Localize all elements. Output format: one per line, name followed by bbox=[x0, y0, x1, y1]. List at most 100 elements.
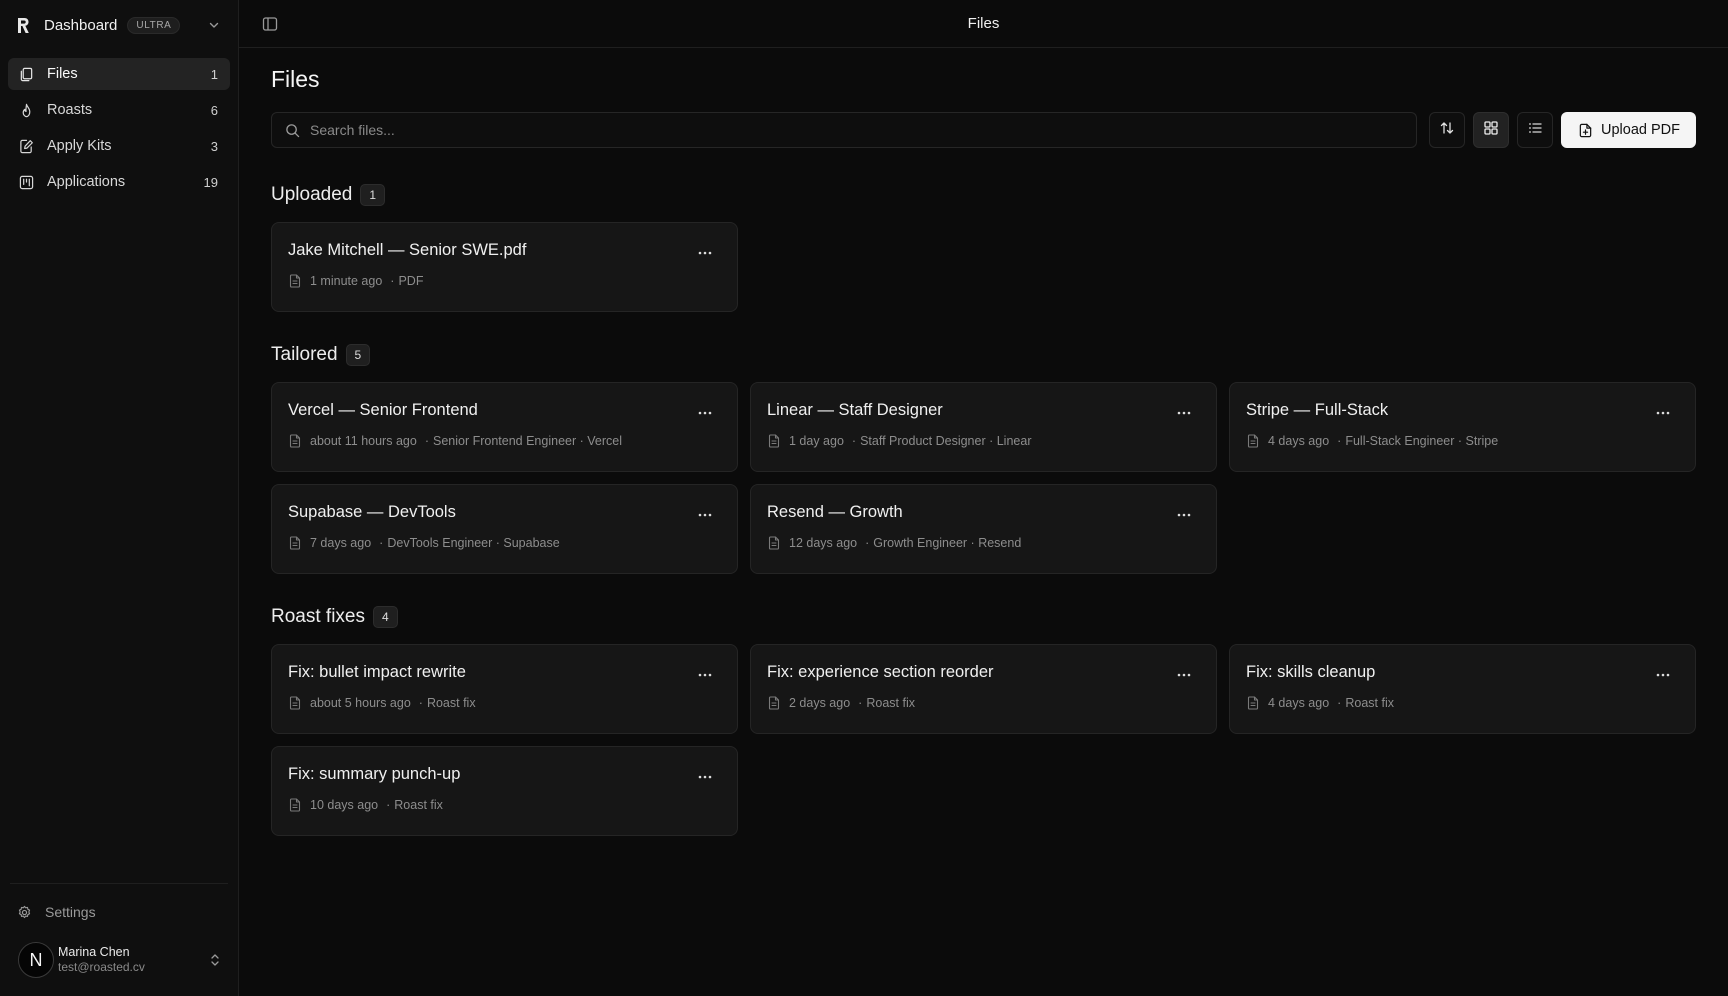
file-card-title: Fix: bullet impact rewrite bbox=[288, 663, 466, 681]
grid-view-button[interactable] bbox=[1473, 112, 1510, 148]
file-card-meta: about 11 hours ago · Senior Frontend Eng… bbox=[288, 434, 721, 448]
section-count-badge: 5 bbox=[345, 344, 371, 366]
meta-separator: · bbox=[390, 274, 395, 288]
user-menu[interactable]: N Marina Chen test@roasted.cv bbox=[0, 930, 238, 990]
user-info: Marina Chen test@roasted.cv bbox=[58, 945, 145, 975]
file-card-detail: Roast fix bbox=[426, 696, 476, 710]
meta-separator: · bbox=[386, 798, 391, 812]
file-card-detail: DevTools Engineer · Supabase bbox=[387, 536, 560, 550]
file-card-title: Fix: summary punch-up bbox=[288, 765, 461, 783]
sidebar-divider bbox=[10, 883, 228, 884]
file-card[interactable]: Supabase — DevTools 7 days ago · DevTool… bbox=[271, 484, 738, 574]
file-card-detail: Staff Product Designer · Linear bbox=[860, 434, 1032, 448]
file-card[interactable]: Fix: summary punch-up 10 days ago · Roas… bbox=[271, 746, 738, 836]
upload-pdf-label: Upload PDF bbox=[1601, 122, 1680, 138]
file-card-detail: Full-Stack Engineer · Stripe bbox=[1345, 434, 1499, 448]
app-root: Dashboard ULTRA Files 1 Roasts 6 Apply K… bbox=[0, 0, 1728, 996]
file-card[interactable]: Fix: skills cleanup 4 days ago · Roast f… bbox=[1229, 644, 1696, 734]
file-card-title: Fix: experience section reorder bbox=[767, 663, 994, 681]
sidebar-item-files[interactable]: Files 1 bbox=[8, 58, 230, 90]
gear-icon bbox=[16, 904, 32, 920]
file-card[interactable]: Fix: experience section reorder 2 days a… bbox=[750, 644, 1217, 734]
sort-button[interactable] bbox=[1429, 112, 1466, 148]
sidebar-item-roasts[interactable]: Roasts 6 bbox=[8, 94, 230, 126]
section-uploaded: Uploaded 1 Jake Mitchell — Senior SWE.pd… bbox=[271, 182, 1696, 312]
meta-separator: · bbox=[851, 434, 857, 448]
file-card-meta: 2 days ago · Roast fix bbox=[767, 696, 1200, 710]
file-card[interactable]: Jake Mitchell — Senior SWE.pdf 1 minute … bbox=[271, 222, 738, 312]
file-card-meta: 1 minute ago · PDF bbox=[288, 274, 721, 288]
sidebar-item-applications[interactable]: Applications 19 bbox=[8, 166, 230, 198]
file-card-meta: 4 days ago · Full-Stack Engineer · Strip… bbox=[1246, 434, 1679, 448]
page-title: Files bbox=[271, 66, 320, 92]
file-icon bbox=[1246, 434, 1260, 448]
file-icon bbox=[288, 274, 302, 288]
file-card[interactable]: Resend — Growth 12 days ago · Growth Eng… bbox=[750, 484, 1217, 574]
card-grid: Fix: bullet impact rewrite about 5 hours… bbox=[271, 644, 1696, 836]
file-plus-icon bbox=[1577, 122, 1593, 138]
file-icon bbox=[288, 696, 302, 710]
section-count-badge: 1 bbox=[360, 184, 386, 206]
sidebar-toggle-icon[interactable] bbox=[261, 15, 279, 33]
sidebar-item-label: Applications bbox=[47, 174, 126, 190]
sidebar-item-count: 6 bbox=[210, 102, 218, 118]
meta-separator: · bbox=[865, 536, 870, 550]
file-card-title: Resend — Growth bbox=[767, 503, 903, 521]
more-options-icon[interactable] bbox=[695, 243, 715, 263]
file-card-time: about 11 hours ago bbox=[310, 434, 417, 448]
more-options-icon[interactable] bbox=[1174, 505, 1194, 525]
file-card-time: 4 days ago bbox=[1268, 434, 1330, 448]
toolbar: Upload PDF bbox=[271, 112, 1696, 148]
sidebar-item-count: 19 bbox=[203, 174, 218, 190]
more-options-icon[interactable] bbox=[1174, 403, 1194, 423]
file-card[interactable]: Fix: bullet impact rewrite about 5 hours… bbox=[271, 644, 738, 734]
more-options-icon[interactable] bbox=[1653, 403, 1673, 423]
more-options-icon[interactable] bbox=[695, 403, 715, 423]
meta-separator: · bbox=[858, 696, 863, 710]
more-options-icon[interactable] bbox=[1174, 665, 1194, 685]
sidebar-item-apply-kits[interactable]: Apply Kits 3 bbox=[8, 130, 230, 162]
file-card-meta: 7 days ago · DevTools Engineer · Supabas… bbox=[288, 536, 721, 550]
file-card-meta: 1 day ago · Staff Product Designer · Lin… bbox=[767, 434, 1200, 448]
section-header: Uploaded 1 bbox=[271, 182, 1696, 208]
search-input[interactable] bbox=[310, 122, 1405, 138]
settings-link[interactable]: Settings bbox=[0, 894, 238, 930]
more-options-icon[interactable] bbox=[695, 505, 715, 525]
file-card-detail: PDF bbox=[398, 274, 424, 288]
sidebar-item-label: Files bbox=[47, 66, 78, 82]
meta-separator: · bbox=[418, 696, 423, 710]
file-icon bbox=[288, 434, 302, 448]
sidebar-item-count: 1 bbox=[210, 66, 218, 82]
app-name: Dashboard bbox=[44, 16, 118, 34]
file-card-detail: Roast fix bbox=[866, 696, 915, 710]
section-title: Uploaded bbox=[271, 184, 353, 205]
more-options-icon[interactable] bbox=[695, 767, 715, 787]
file-card-time: 1 minute ago bbox=[310, 274, 383, 288]
meta-separator: · bbox=[379, 536, 384, 550]
main-area: Files Files Search files... Upload PDF U… bbox=[239, 0, 1728, 996]
list-view-button[interactable] bbox=[1517, 112, 1554, 148]
topbar: Files bbox=[239, 0, 1728, 48]
chevron-down-icon bbox=[206, 17, 222, 33]
file-card-detail: Roast fix bbox=[1345, 696, 1394, 710]
more-options-icon[interactable] bbox=[695, 665, 715, 685]
kanban-icon bbox=[18, 174, 34, 190]
section-title: Roast fixes bbox=[271, 606, 365, 627]
topbar-title: Files bbox=[967, 15, 1000, 32]
sidebar: Dashboard ULTRA Files 1 Roasts 6 Apply K… bbox=[0, 0, 239, 996]
sidebar-item-label: Apply Kits bbox=[47, 138, 112, 154]
file-card-meta: about 5 hours ago · Roast fix bbox=[288, 696, 721, 710]
meta-separator: · bbox=[1337, 696, 1342, 710]
more-options-icon[interactable] bbox=[1653, 665, 1673, 685]
upload-pdf-button[interactable]: Upload PDF bbox=[1561, 112, 1696, 148]
file-card[interactable]: Vercel — Senior Frontend about 11 hours … bbox=[271, 382, 738, 472]
sidebar-nav: Files 1 Roasts 6 Apply Kits 3 Applicatio… bbox=[0, 50, 238, 210]
sort-icon bbox=[1439, 120, 1455, 141]
file-card-time: about 5 hours ago bbox=[310, 696, 411, 710]
workspace-switcher[interactable]: Dashboard ULTRA bbox=[0, 0, 238, 50]
file-card[interactable]: Stripe — Full-Stack 4 days ago · Full-St… bbox=[1229, 382, 1696, 472]
file-card-meta: 12 days ago · Growth Engineer · Resend bbox=[767, 536, 1200, 550]
file-card[interactable]: Linear — Staff Designer 1 day ago · Staf… bbox=[750, 382, 1217, 472]
sidebar-item-label: Roasts bbox=[47, 102, 93, 118]
file-icon bbox=[767, 434, 781, 448]
